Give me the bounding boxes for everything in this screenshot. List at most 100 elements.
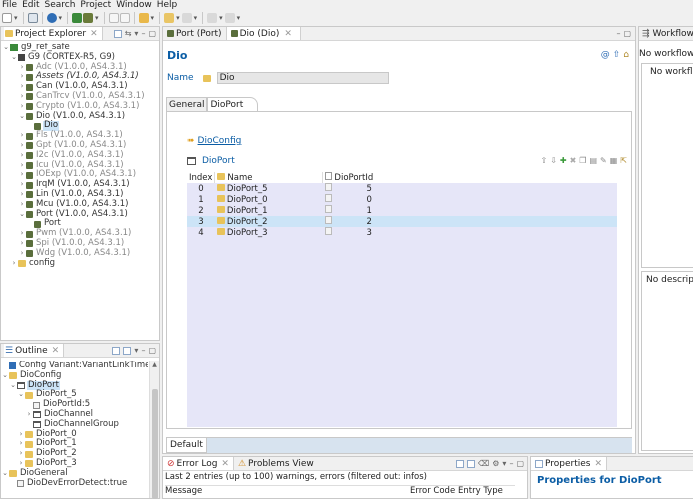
header-index[interactable]: Index xyxy=(187,172,215,183)
menu-search[interactable]: Search xyxy=(45,0,76,10)
header-name[interactable]: Name xyxy=(214,172,323,183)
cell-name[interactable]: DioPort_0 xyxy=(215,194,323,205)
subtab-general[interactable]: General xyxy=(166,97,208,111)
maximize-icon[interactable]: ▢ xyxy=(516,459,524,468)
minimize-icon[interactable]: – xyxy=(141,346,145,355)
forward-icon[interactable] xyxy=(181,13,192,23)
cell-dioportid[interactable]: 3 xyxy=(323,227,617,238)
maximize-icon[interactable]: ▢ xyxy=(148,346,156,355)
scroll-up-icon[interactable]: ▲ xyxy=(150,361,159,368)
outline-scrollbar[interactable]: ▲ xyxy=(149,361,159,499)
table-row[interactable]: 2 DioPort_1 1 xyxy=(187,205,617,216)
new-icon[interactable] xyxy=(2,13,12,23)
header-dioportid[interactable]: DioPortId xyxy=(322,172,617,183)
cell-dioportid[interactable]: 5 xyxy=(323,183,617,194)
name-field[interactable]: Dio xyxy=(216,72,389,84)
edit-icon[interactable]: ✎ xyxy=(600,156,607,165)
expand-toggle-icon[interactable]: › xyxy=(18,170,26,180)
menu-help[interactable]: Help xyxy=(157,0,178,10)
cell-name[interactable]: DioPort_1 xyxy=(215,205,323,216)
minimize-icon[interactable]: – xyxy=(616,29,620,38)
delete-icon[interactable]: ✖ xyxy=(570,156,577,165)
close-icon[interactable]: ✕ xyxy=(594,459,602,469)
copy-icon[interactable]: ❐ xyxy=(579,156,586,165)
next-annotation-icon[interactable] xyxy=(207,13,218,23)
generate-icon[interactable] xyxy=(83,13,94,23)
cut-icon[interactable] xyxy=(108,13,119,23)
column-error-code[interactable]: Error Code xyxy=(410,486,458,497)
tree-item[interactable]: DioDevErrorDetect:true xyxy=(1,478,148,489)
close-icon[interactable]: ✕ xyxy=(90,29,98,39)
expand-toggle-icon[interactable]: › xyxy=(18,190,26,200)
expand-toggle-icon[interactable]: ⌄ xyxy=(18,210,26,220)
column-message[interactable]: Message xyxy=(165,486,410,497)
expand-toggle-icon[interactable]: ⌄ xyxy=(10,53,18,63)
tree-item[interactable]: ⌄ Dio (V1.0.0, AS4.3.1) xyxy=(1,111,159,122)
tab-default[interactable]: Default xyxy=(166,438,207,453)
expand-toggle-icon[interactable]: ⌄ xyxy=(1,469,9,479)
expand-toggle-icon[interactable]: ⌄ xyxy=(18,112,26,122)
cell-name[interactable]: DioPort_2 xyxy=(215,216,323,227)
expand-toggle-icon[interactable]: › xyxy=(18,72,26,82)
cell-dioportid[interactable]: 1 xyxy=(323,205,617,216)
up-icon[interactable]: ⇧ xyxy=(613,50,621,60)
workflows-title[interactable]: Workflows xyxy=(653,29,693,39)
export-log-icon[interactable] xyxy=(455,459,464,468)
maximize-icon[interactable]: ▢ xyxy=(148,29,156,38)
copy-icon[interactable] xyxy=(119,13,130,23)
expand-toggle-icon[interactable]: › xyxy=(18,92,26,102)
view-icon[interactable]: ▦ xyxy=(610,156,618,165)
save-icon[interactable] xyxy=(27,13,38,23)
expand-toggle-icon[interactable]: ⌄ xyxy=(2,43,10,53)
expand-toggle-icon[interactable]: › xyxy=(17,449,25,459)
collapse-all-icon[interactable] xyxy=(123,346,132,355)
close-icon[interactable]: ✕ xyxy=(52,346,60,356)
tab-properties[interactable]: Properties ✕ xyxy=(531,457,608,470)
tree-item[interactable]: › Wdg (V1.0.0, AS4.3.1) xyxy=(1,248,159,259)
add-icon[interactable]: ✚ xyxy=(560,156,567,165)
expand-toggle-icon[interactable]: › xyxy=(18,180,26,190)
dropdown-icon[interactable]: ▾ xyxy=(219,14,223,22)
minimize-icon[interactable]: – xyxy=(509,459,513,468)
expand-toggle-icon[interactable]: › xyxy=(18,249,26,259)
menu-project[interactable]: Project xyxy=(80,0,111,10)
cell-dioportid[interactable]: 2 xyxy=(323,216,617,227)
expand-toggle-icon[interactable]: › xyxy=(18,131,26,141)
tab-port[interactable]: Port (Port) xyxy=(163,27,227,40)
expand-toggle-icon[interactable]: › xyxy=(17,439,25,449)
table-row[interactable]: 1 DioPort_0 0 xyxy=(187,194,617,205)
dropdown-icon[interactable]: ▾ xyxy=(176,14,180,22)
cell-name[interactable]: DioPort_3 xyxy=(215,227,323,238)
dioconfig-link[interactable]: DioConfig xyxy=(198,136,242,146)
table-row[interactable]: 4 DioPort_3 3 xyxy=(187,227,617,238)
minimize-icon[interactable]: – xyxy=(141,29,145,38)
tree-item[interactable]: ⌄ DioConfig xyxy=(1,370,148,381)
subtab-dioport[interactable]: DioPort xyxy=(207,97,259,111)
view-menu-icon[interactable]: ▾ xyxy=(134,346,138,355)
prev-annotation-icon[interactable] xyxy=(224,13,235,23)
expand-toggle-icon[interactable]: ⌄ xyxy=(1,371,9,381)
menu-window[interactable]: Window xyxy=(116,0,152,10)
view-menu-icon[interactable]: ▾ xyxy=(134,29,138,38)
expand-toggle-icon[interactable]: › xyxy=(18,63,26,73)
menu-file[interactable]: File xyxy=(2,0,17,10)
outline-tab[interactable]: ☰ Outline ✕ xyxy=(4,344,65,357)
view-menu-icon[interactable]: ▾ xyxy=(502,459,506,468)
maximize-icon[interactable]: ▢ xyxy=(623,29,631,38)
cell-dioportid[interactable]: 0 xyxy=(323,194,617,205)
tab-problems[interactable]: ⚠ Problems View xyxy=(233,457,318,470)
dropdown-icon[interactable]: ▾ xyxy=(95,14,99,22)
menu-edit[interactable]: Edit xyxy=(22,0,39,10)
build-icon[interactable] xyxy=(72,13,83,23)
move-up-icon[interactable]: ⇧ xyxy=(540,156,547,165)
expand-toggle-icon[interactable]: › xyxy=(18,239,26,249)
import-log-icon[interactable] xyxy=(466,459,475,468)
dropdown-icon[interactable]: ▾ xyxy=(59,14,63,22)
dropdown-icon[interactable]: ▾ xyxy=(151,14,155,22)
tree-item[interactable]: ⌄ Port (V1.0.0, AS4.3.1) xyxy=(1,209,159,220)
expand-toggle-icon[interactable]: ⌄ xyxy=(17,390,25,400)
edit-icon[interactable] xyxy=(138,13,149,23)
export-icon[interactable]: ⇱ xyxy=(620,156,627,165)
back-icon[interactable] xyxy=(164,13,175,23)
close-icon[interactable]: ✕ xyxy=(221,459,229,469)
